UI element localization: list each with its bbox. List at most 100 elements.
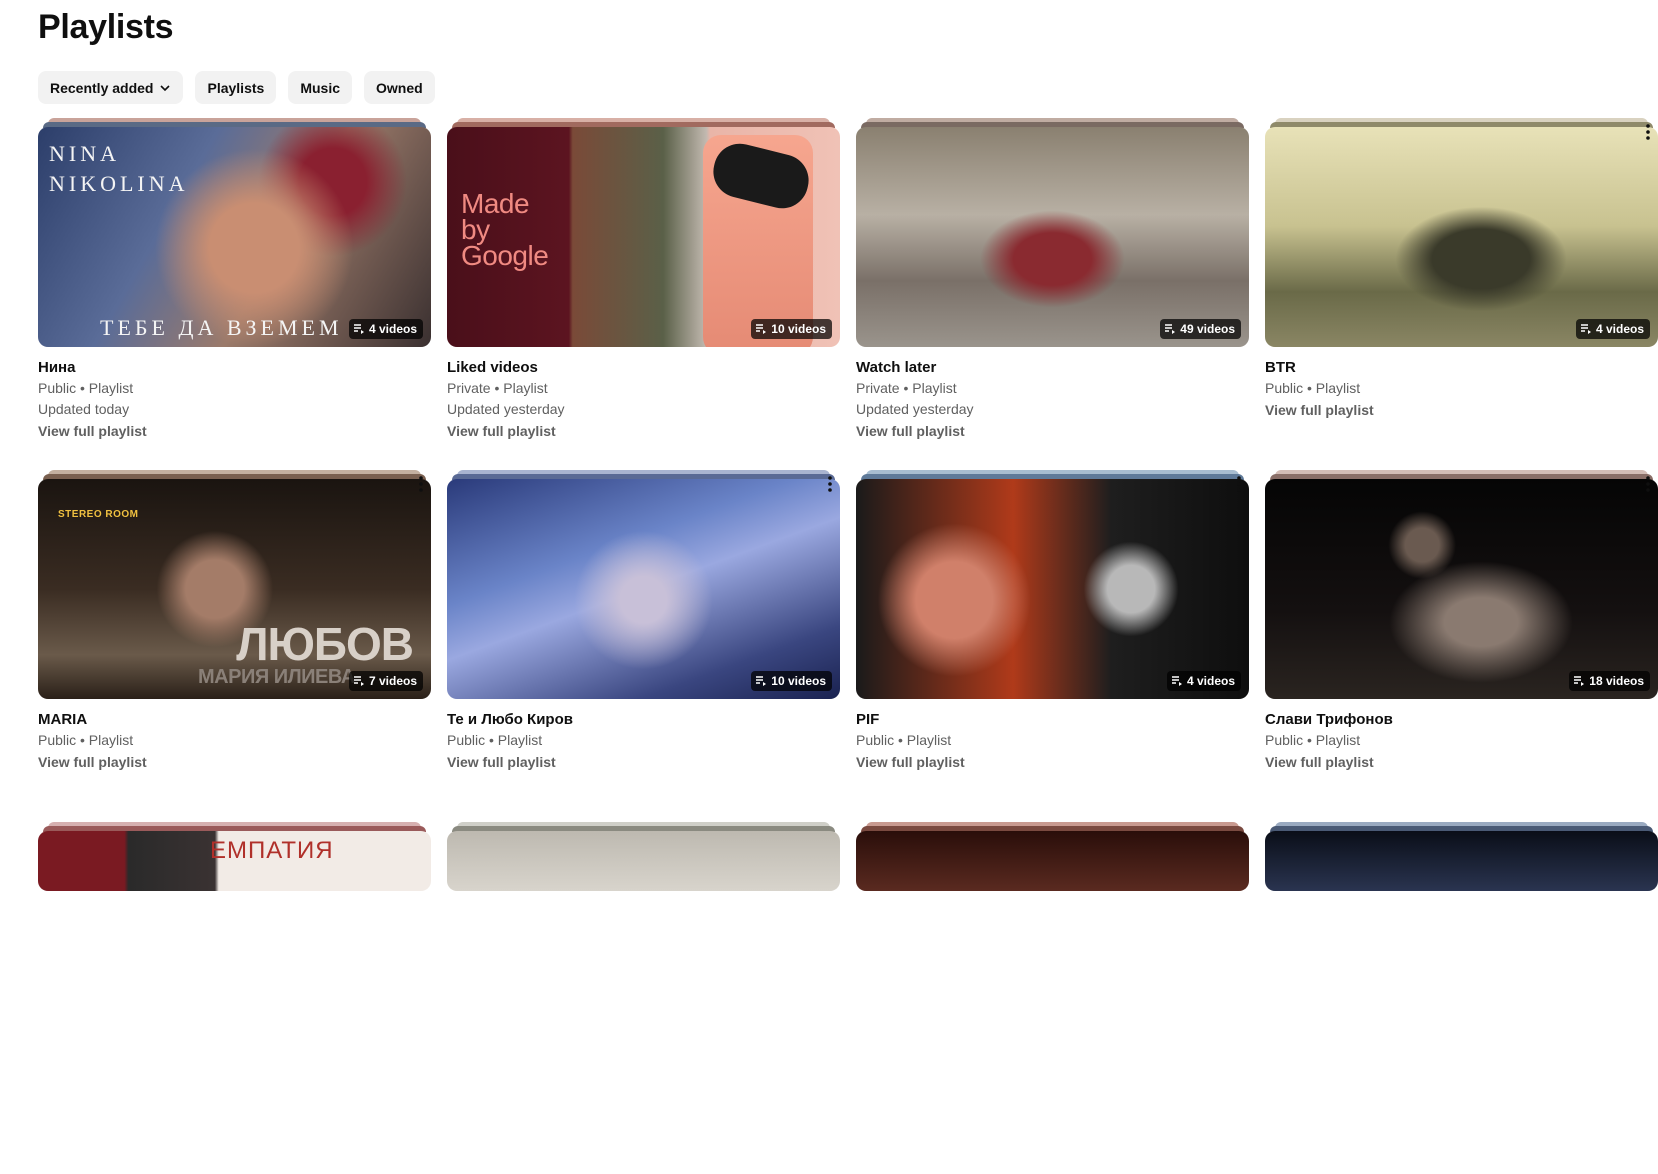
- filter-chips: Recently added Playlists Music Owned: [38, 71, 435, 104]
- more-options-icon[interactable]: [411, 472, 431, 496]
- playlist-title[interactable]: MARIA: [38, 710, 431, 730]
- playlist-card: STEREO ROOM ЛЮБОВ МАРИЯ ИЛИЕВА 7 videos …: [38, 470, 431, 822]
- playlist-title[interactable]: Watch later: [856, 358, 1249, 378]
- playlist-icon: [353, 324, 364, 334]
- more-options-icon[interactable]: [1229, 472, 1249, 496]
- more-options-icon[interactable]: [1638, 472, 1658, 496]
- playlist-visibility: Public • Playlist: [1265, 380, 1361, 396]
- video-count-badge: 49 videos: [1160, 319, 1241, 339]
- view-full-playlist-link[interactable]: View full playlist: [856, 751, 1249, 773]
- playlist-card: 10 videos Те и Любо Киров Public • Playl…: [447, 470, 840, 822]
- playlist-card: 4 videos PIF Public • Playlist View full…: [856, 470, 1249, 822]
- playlist-icon: [1580, 324, 1591, 334]
- video-count: 10 videos: [771, 674, 826, 688]
- thumb-brand: STEREO ROOM: [58, 509, 139, 520]
- playlist-title[interactable]: Слави Трифонов: [1265, 710, 1658, 730]
- playlist-title[interactable]: Те и Любо Киров: [447, 710, 840, 730]
- playlist-thumbnail[interactable]: Made by Google 10 videos: [447, 127, 840, 347]
- video-count: 7 videos: [368, 674, 417, 688]
- video-count: 4 videos: [1595, 322, 1644, 336]
- sort-label: Recently added: [50, 79, 154, 96]
- playlist-meta: Watch later Private • Playlist Updated y…: [856, 358, 1249, 442]
- playlist-meta: PIF Public • Playlist View full playlist: [856, 710, 1249, 773]
- thumb-title: NINA NIKOLINA: [49, 141, 189, 196]
- playlist-card: NINA NIKOLINA ТЕБЕ ДА ВЗЕМЕМ 4 videos Ни…: [38, 118, 431, 470]
- view-full-playlist-link[interactable]: View full playlist: [856, 420, 1249, 442]
- playlist-thumbnail[interactable]: 18 videos: [1265, 479, 1658, 699]
- video-count-badge: 4 videos: [1166, 671, 1241, 691]
- playlist-updated: Updated yesterday: [447, 401, 565, 417]
- playlist-thumbnail[interactable]: 4 videos: [856, 479, 1249, 699]
- playlist-card: 49 videos Watch later Private • Playlist…: [856, 118, 1249, 470]
- playlist-visibility: Public • Playlist: [1265, 732, 1361, 748]
- video-count-badge: 4 videos: [348, 319, 423, 339]
- thumb-title: ЕМПАТИЯ: [210, 837, 334, 864]
- playlist-icon: [353, 676, 364, 686]
- playlist-icon: [1171, 676, 1182, 686]
- playlist-meta: Нина Public • Playlist Updated today Vie…: [38, 358, 431, 442]
- chip-music[interactable]: Music: [288, 71, 352, 104]
- thumb-subcaption: МАРИЯ ИЛИЕВА: [198, 666, 355, 688]
- playlist-card: [856, 822, 1249, 1174]
- playlist-title[interactable]: Liked videos: [447, 358, 840, 378]
- thumb-caption: ЛЮБОВ: [236, 618, 414, 670]
- video-count: 4 videos: [1186, 674, 1235, 688]
- playlist-card: Made by Google 10 videos Liked videos Pr…: [447, 118, 840, 470]
- view-full-playlist-link[interactable]: View full playlist: [447, 420, 840, 442]
- playlist-thumbnail[interactable]: 4 videos: [1265, 127, 1658, 347]
- video-count: 18 videos: [1589, 674, 1644, 688]
- view-full-playlist-link[interactable]: View full playlist: [38, 751, 431, 773]
- playlist-thumbnail[interactable]: [1265, 831, 1658, 891]
- playlist-icon: [756, 676, 767, 686]
- page-title: Playlists: [38, 8, 174, 46]
- playlist-title[interactable]: BTR: [1265, 358, 1658, 378]
- chip-owned[interactable]: Owned: [364, 71, 435, 104]
- playlist-card: [447, 822, 840, 1174]
- thumb-title: Made by Google: [461, 188, 549, 271]
- video-count: 49 videos: [1180, 322, 1235, 336]
- playlist-icon: [1165, 324, 1176, 334]
- playlist-visibility: Private • Playlist: [447, 380, 548, 396]
- playlist-thumbnail[interactable]: [856, 831, 1249, 891]
- playlist-thumbnail[interactable]: NINA NIKOLINA ТЕБЕ ДА ВЗЕМЕМ 4 videos: [38, 127, 431, 347]
- playlist-meta: Liked videos Private • Playlist Updated …: [447, 358, 840, 442]
- more-options-icon[interactable]: [1638, 120, 1658, 144]
- playlist-thumbnail[interactable]: STEREO ROOM ЛЮБОВ МАРИЯ ИЛИЕВА 7 videos: [38, 479, 431, 699]
- view-full-playlist-link[interactable]: View full playlist: [447, 751, 840, 773]
- playlist-grid: NINA NIKOLINA ТЕБЕ ДА ВЗЕМЕМ 4 videos Ни…: [38, 118, 1658, 1174]
- sort-dropdown[interactable]: Recently added: [38, 71, 184, 104]
- playlist-icon: [1574, 676, 1585, 686]
- more-options-icon[interactable]: [820, 472, 840, 496]
- playlist-thumbnail[interactable]: ЕМПАТИЯ: [38, 831, 431, 891]
- playlist-updated: Updated today: [38, 401, 130, 417]
- playlist-card: [1265, 822, 1658, 1174]
- video-count-badge: 10 videos: [751, 671, 832, 691]
- playlist-icon: [756, 324, 767, 334]
- playlist-thumbnail[interactable]: 49 videos: [856, 127, 1249, 347]
- playlist-title[interactable]: PIF: [856, 710, 1249, 730]
- thumb-caption: ТЕБЕ ДА ВЗЕМЕМ: [100, 315, 343, 340]
- video-count-badge: 4 videos: [1575, 319, 1650, 339]
- video-count-badge: 7 videos: [348, 671, 423, 691]
- playlist-visibility: Public • Playlist: [856, 732, 952, 748]
- playlist-visibility: Private • Playlist: [856, 380, 957, 396]
- playlist-meta: Те и Любо Киров Public • Playlist View f…: [447, 710, 840, 773]
- view-full-playlist-link[interactable]: View full playlist: [38, 420, 431, 442]
- playlist-thumbnail[interactable]: 10 videos: [447, 479, 840, 699]
- video-count: 4 videos: [368, 322, 417, 336]
- video-count-badge: 10 videos: [751, 319, 832, 339]
- playlist-visibility: Public • Playlist: [447, 732, 543, 748]
- playlist-card: ЕМПАТИЯ: [38, 822, 431, 1174]
- playlist-visibility: Public • Playlist: [38, 380, 134, 396]
- chevron-down-icon: [160, 84, 171, 91]
- playlist-thumbnail[interactable]: [447, 831, 840, 891]
- video-count-badge: 18 videos: [1569, 671, 1650, 691]
- chip-playlists[interactable]: Playlists: [195, 71, 277, 104]
- view-full-playlist-link[interactable]: View full playlist: [1265, 399, 1658, 421]
- playlist-card: 4 videos BTR Public • Playlist View full…: [1265, 118, 1658, 470]
- view-full-playlist-link[interactable]: View full playlist: [1265, 751, 1658, 773]
- playlist-visibility: Public • Playlist: [38, 732, 134, 748]
- playlist-title[interactable]: Нина: [38, 358, 431, 378]
- playlist-meta: Слави Трифонов Public • Playlist View fu…: [1265, 710, 1658, 773]
- playlist-updated: Updated yesterday: [856, 401, 974, 417]
